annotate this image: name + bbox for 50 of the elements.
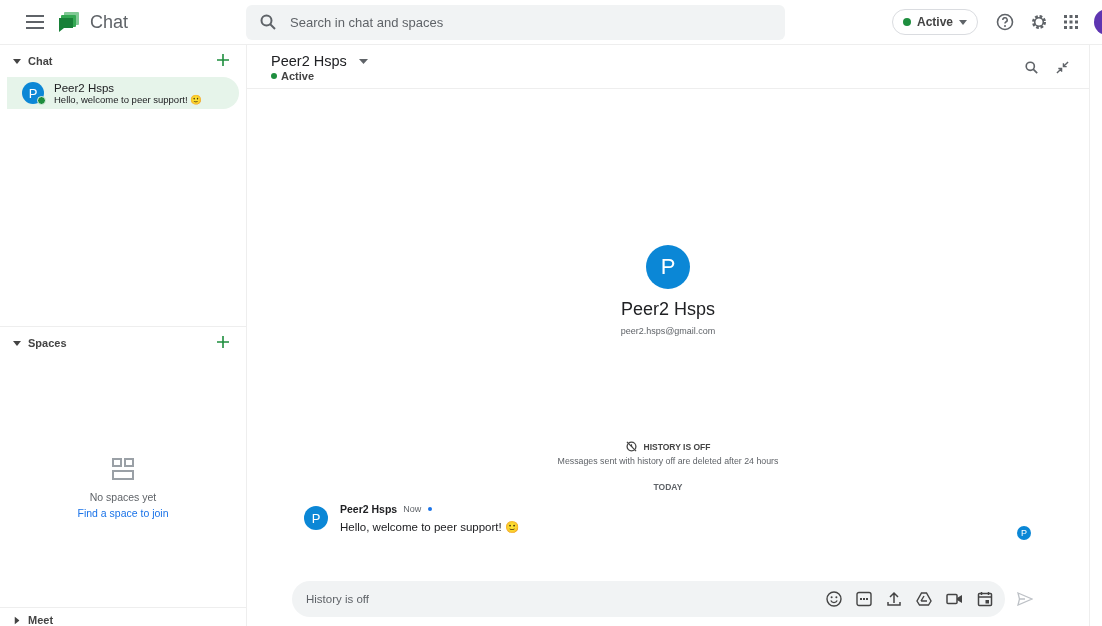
search-field[interactable]: Search in chat and spaces [288,13,771,31]
message-time: Now [403,504,422,514]
collapse-icon[interactable] [1056,61,1069,74]
spaces-icon [111,457,135,481]
history-title: HISTORY IS OFF [643,441,711,452]
menu-icon[interactable] [26,15,44,29]
search-icon[interactable] [1025,61,1038,74]
date-divider: TODAY [653,482,683,492]
conversation-title[interactable]: Peer2 Hsps [271,53,368,69]
avatar: P [646,245,690,289]
search-bar[interactable]: Search in chat and spaces [246,4,785,40]
message-input[interactable]: History is off [304,592,812,606]
message-preview: Hello, welcome to peer support! 🙂 [54,93,203,105]
search-icon [260,14,276,30]
app-title: Chat [90,11,129,33]
calendar-icon[interactable] [977,591,993,607]
history-note: Messages sent with history off are deleted after 24 hours [557,456,779,466]
status-text: Active [281,70,315,82]
settings-icon[interactable] [1030,13,1048,31]
history-off-icon [625,441,637,452]
caret-icon [14,616,20,624]
section-toggle[interactable]: Chat [13,55,53,67]
help-icon[interactable] [996,13,1014,31]
apps-grid-icon[interactable] [1064,15,1078,29]
emoji-icon[interactable] [826,591,842,607]
sender-name: Peer2 Hsps [340,503,398,515]
section-toggle[interactable]: Spaces [13,337,67,349]
chat-logo-icon [58,11,80,33]
drive-icon[interactable] [916,591,932,607]
video-icon[interactable] [946,591,963,607]
gif-icon[interactable] [856,591,872,607]
avatar: P [304,506,328,530]
composer-bar[interactable]: History is off [292,581,1005,617]
message-text: Hello, welcome to peer support! 🙂 [340,520,519,534]
find-space-link[interactable]: Find a space to join [77,507,169,519]
add-icon[interactable] [217,53,229,69]
add-icon[interactable] [217,335,229,351]
caret-icon [358,58,368,64]
section-toggle[interactable]: Meet [7,614,54,626]
profile-email: peer2.hsps@gmail.com [620,326,716,336]
read-receipt-avatar: P [1017,526,1031,540]
caret-icon [13,58,21,64]
caret-icon [13,340,21,346]
upload-icon[interactable] [886,591,902,607]
conversation-item[interactable]: P Peer2 Hsps Hello, welcome to peer support! 🙂 [7,77,239,109]
profile-name: Peer2 Hsps [620,299,715,320]
contact-name: Peer2 Hsps [54,81,116,94]
avatar: P [22,82,44,104]
empty-state-text: No spaces yet [89,491,157,503]
caret-icon [959,19,967,25]
